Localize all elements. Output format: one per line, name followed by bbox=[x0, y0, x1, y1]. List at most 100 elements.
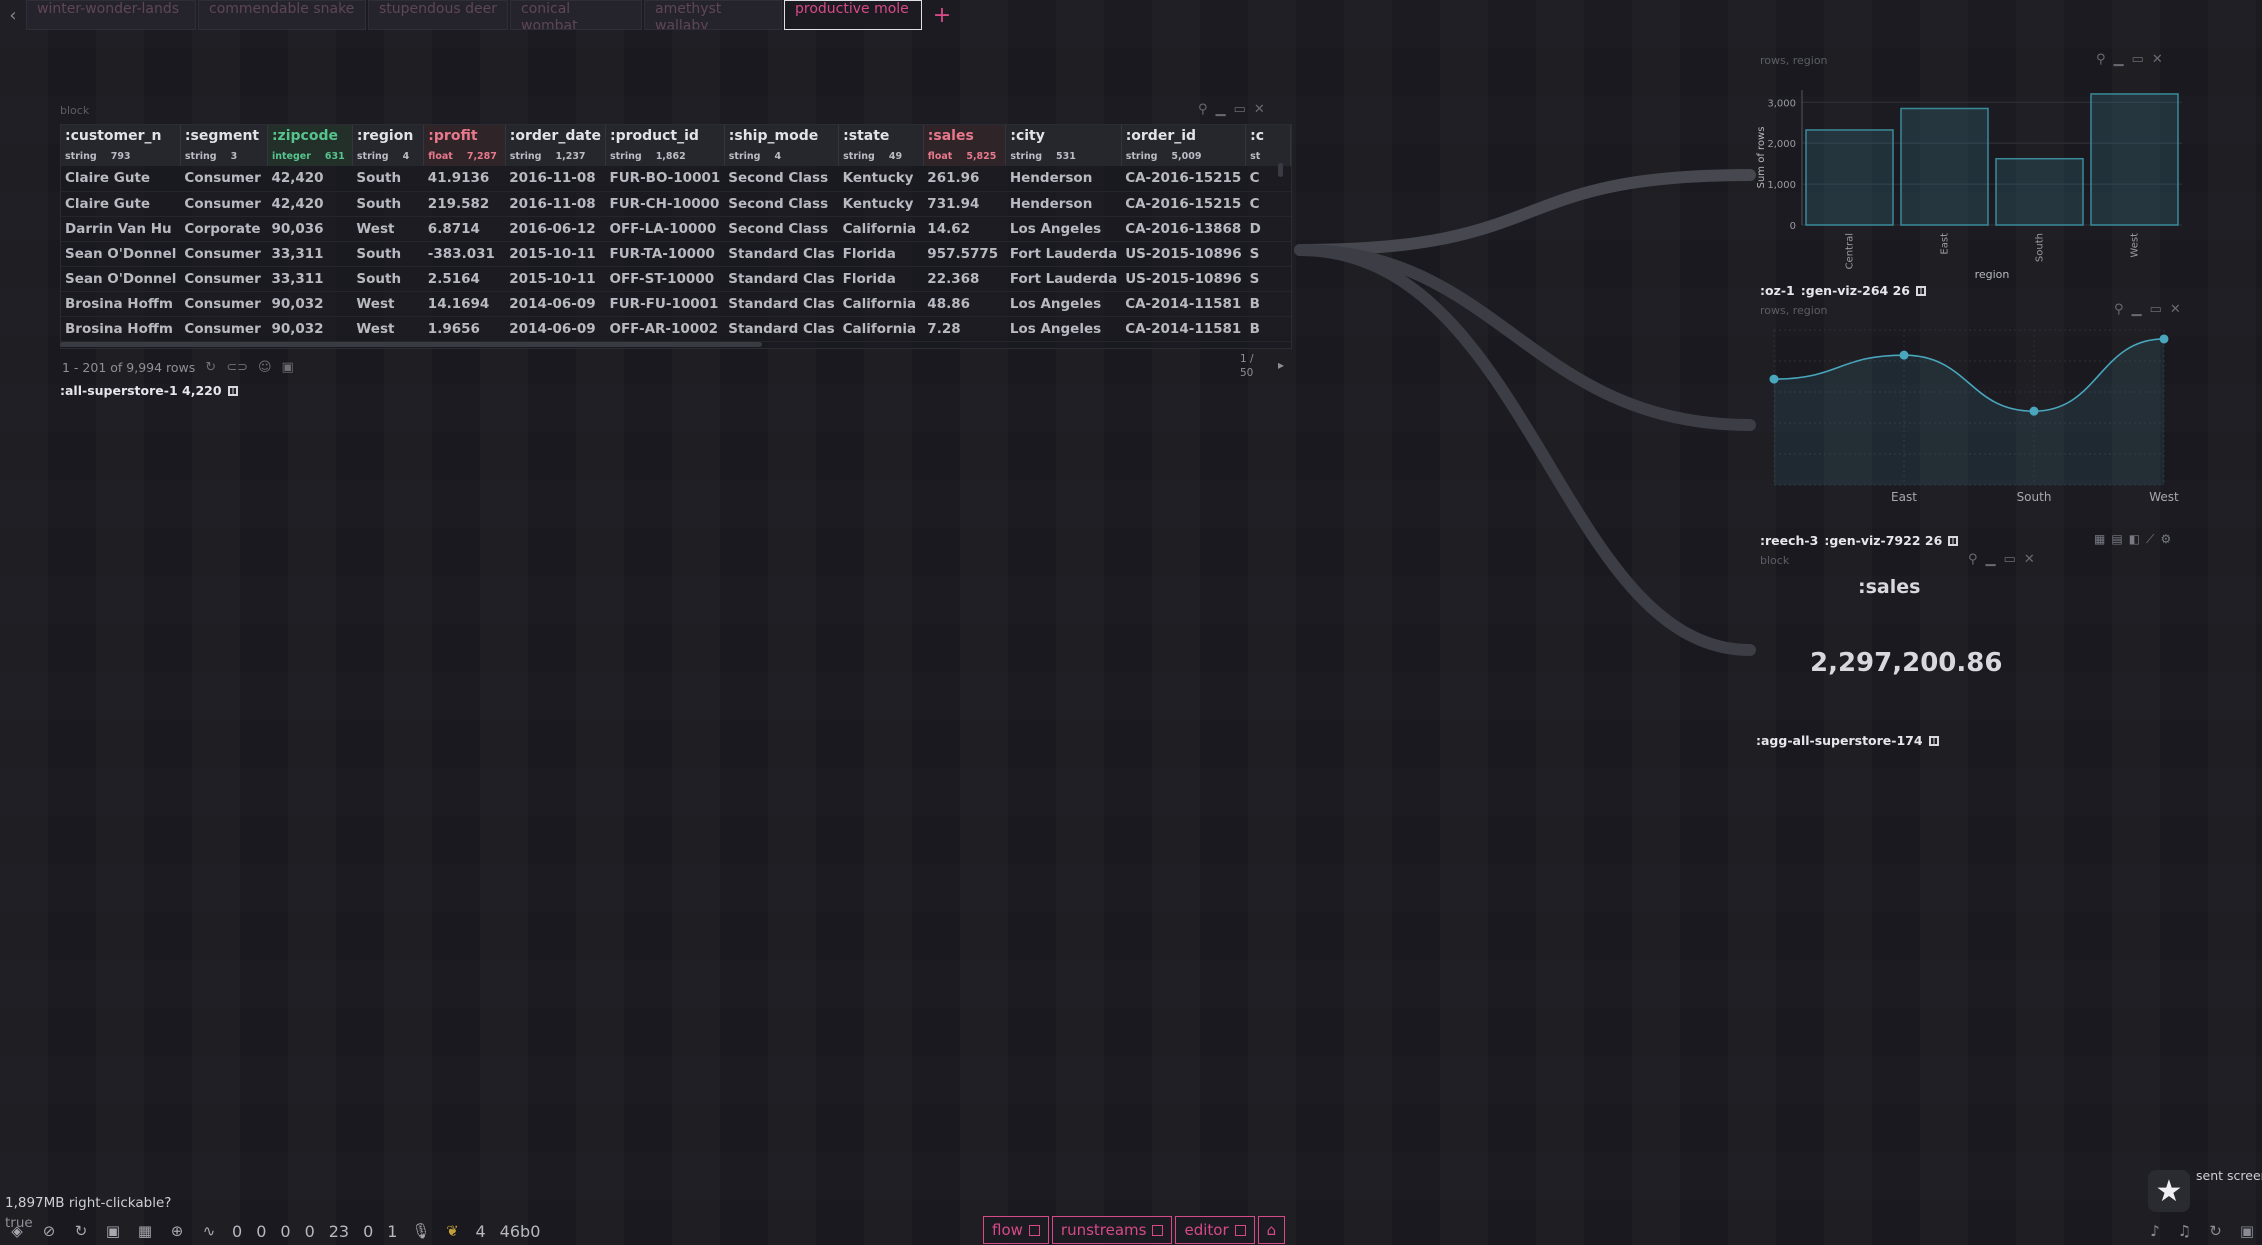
table-cell[interactable]: 2.5164 bbox=[423, 266, 506, 292]
sync-icon[interactable]: ↻ bbox=[72, 1222, 90, 1240]
table-cell[interactable]: Consumer bbox=[180, 241, 268, 267]
table-cell[interactable]: FUR-FU-10001 bbox=[605, 291, 725, 317]
table-cell[interactable]: Standard Clas bbox=[724, 291, 839, 317]
table-cell[interactable]: Sean O'Donnel bbox=[61, 241, 181, 267]
table-cell[interactable]: Consumer bbox=[180, 266, 268, 292]
table-icon[interactable]: ▦ bbox=[136, 1222, 154, 1240]
close-icon[interactable]: ✕ bbox=[2170, 302, 2181, 317]
minimize-icon[interactable]: ▁ bbox=[1216, 102, 1226, 117]
table-cell[interactable]: Darrin Van Hu bbox=[61, 216, 181, 242]
table-cell[interactable]: California bbox=[838, 316, 924, 342]
pin-icon[interactable]: ⚲ bbox=[1968, 552, 1978, 567]
table-cell[interactable]: 33,311 bbox=[267, 266, 353, 292]
table-cell[interactable]: OFF-ST-10000 bbox=[605, 266, 725, 292]
table-cell[interactable]: Fort Lauderda bbox=[1005, 241, 1122, 267]
minimize-icon[interactable]: ▁ bbox=[2114, 52, 2124, 67]
table-cell[interactable]: OFF-LA-10000 bbox=[605, 216, 725, 242]
table-cell[interactable]: 2014-06-09 bbox=[505, 316, 606, 342]
pin-icon[interactable]: ⚲ bbox=[2096, 52, 2106, 67]
table-cell[interactable]: Standard Clas bbox=[724, 241, 839, 267]
table-cell[interactable]: 42,420 bbox=[267, 166, 353, 192]
column-header[interactable]: :order_id string 5,009 bbox=[1121, 125, 1247, 166]
grid-vertical-scrollbar[interactable] bbox=[1278, 163, 1283, 177]
column-header[interactable]: :profit float 7,287 bbox=[423, 125, 506, 166]
table-cell[interactable]: Corporate bbox=[180, 216, 268, 242]
table-cell[interactable]: 2016-11-08 bbox=[505, 191, 606, 217]
minimize-icon[interactable]: ▁ bbox=[1986, 552, 1996, 567]
table-cell[interactable]: Claire Gute bbox=[61, 191, 181, 217]
panel-view-icon[interactable]: ◧ bbox=[2129, 532, 2140, 547]
hide-icon[interactable]: ⊘ bbox=[40, 1222, 58, 1240]
grid-icon[interactable] bbox=[1948, 535, 1959, 546]
table-cell[interactable]: Los Angeles bbox=[1005, 316, 1122, 342]
table-cell[interactable]: 957.5775 bbox=[923, 241, 1006, 267]
table-cell[interactable]: California bbox=[838, 291, 924, 317]
pin-icon[interactable]: ⚲ bbox=[2114, 302, 2124, 317]
table-cell[interactable]: Second Class bbox=[724, 216, 839, 242]
table-cell[interactable]: C bbox=[1245, 166, 1291, 192]
table-cell[interactable]: South bbox=[352, 191, 424, 217]
settings-view-icon[interactable]: ⚙ bbox=[2160, 532, 2171, 547]
table-cell[interactable]: Consumer bbox=[180, 191, 268, 217]
refresh-icon[interactable]: ↻ bbox=[2209, 1222, 2222, 1240]
grid-icon[interactable] bbox=[1928, 735, 1939, 746]
table-cell[interactable]: South bbox=[352, 266, 424, 292]
column-header[interactable]: :product_id string 1,862 bbox=[605, 125, 725, 166]
chart-view-icon[interactable]: ⟋ bbox=[2146, 532, 2154, 547]
close-icon[interactable]: ✕ bbox=[1254, 102, 1265, 117]
table-cell[interactable]: Consumer bbox=[180, 316, 268, 342]
table-cell[interactable]: CA-2016-15215 bbox=[1121, 166, 1246, 192]
table-cell[interactable]: 14.1694 bbox=[423, 291, 506, 317]
table-cell[interactable]: Consumer bbox=[180, 166, 268, 192]
table-cell[interactable]: Los Angeles bbox=[1005, 291, 1122, 317]
table-cell[interactable]: Kentucky bbox=[838, 191, 924, 217]
table-cell[interactable]: 731.94 bbox=[923, 191, 1006, 217]
table-cell[interactable]: Standard Clas bbox=[724, 316, 839, 342]
table-cell[interactable]: Fort Lauderda bbox=[1005, 266, 1122, 292]
image-icon[interactable]: ▣ bbox=[282, 360, 294, 375]
pin-icon[interactable]: ⚲ bbox=[1198, 102, 1208, 117]
table-cell[interactable]: 2015-10-11 bbox=[505, 241, 606, 267]
table-cell[interactable]: Henderson bbox=[1005, 166, 1122, 192]
column-header[interactable]: :zipcode integer 631 bbox=[267, 125, 353, 166]
table-cell[interactable]: 1.9656 bbox=[423, 316, 506, 342]
table-cell[interactable]: CA-2014-11581 bbox=[1121, 316, 1246, 342]
table-cell[interactable]: Los Angeles bbox=[1005, 216, 1122, 242]
bell-icon[interactable]: ♪ bbox=[2150, 1222, 2160, 1240]
table-cell[interactable]: South bbox=[352, 241, 424, 267]
home-tab[interactable]: ⌂ bbox=[1257, 1216, 1286, 1244]
table-row[interactable]: Sean O'Donnel Consumer 33,311 South 2.5164 20… bbox=[61, 266, 1291, 292]
table-cell[interactable]: Second Class bbox=[724, 191, 839, 217]
close-icon[interactable]: ✕ bbox=[2152, 52, 2163, 67]
table-row[interactable]: Brosina Hoffm Consumer 90,032 West 14.1694 20… bbox=[61, 291, 1291, 317]
table-row[interactable]: Brosina Hoffm Consumer 90,032 West 1.9656 201… bbox=[61, 316, 1291, 342]
table-cell[interactable]: CA-2016-13868 bbox=[1121, 216, 1246, 242]
table-cell[interactable]: 2016-11-08 bbox=[505, 166, 606, 192]
maximize-icon[interactable]: ▭ bbox=[2150, 302, 2162, 317]
table-cell[interactable]: South bbox=[352, 166, 424, 192]
table-cell[interactable]: Second Class bbox=[724, 166, 839, 192]
table-cell[interactable]: 261.96 bbox=[923, 166, 1006, 192]
table-cell[interactable]: Brosina Hoffm bbox=[61, 316, 181, 342]
minimize-icon[interactable]: ▁ bbox=[2132, 302, 2142, 317]
table-cell[interactable]: 48.86 bbox=[923, 291, 1006, 317]
table-cell[interactable]: Kentucky bbox=[838, 166, 924, 192]
table-cell[interactable]: Consumer bbox=[180, 291, 268, 317]
flow-tab[interactable]: flow bbox=[983, 1216, 1049, 1244]
table-cell[interactable]: West bbox=[352, 291, 424, 317]
grid-icon[interactable] bbox=[1916, 285, 1926, 296]
table-cell[interactable]: C bbox=[1245, 191, 1291, 217]
table-cell[interactable]: Sean O'Donnel bbox=[61, 266, 181, 292]
people-icon[interactable]: ☺ bbox=[258, 360, 272, 375]
table-cell[interactable]: Florida bbox=[838, 266, 924, 292]
pulse-icon[interactable]: ∿ bbox=[200, 1222, 218, 1240]
table-cell[interactable]: Standard Clas bbox=[724, 266, 839, 292]
table-cell[interactable]: FUR-CH-10000 bbox=[605, 191, 725, 217]
star-button[interactable]: ★ bbox=[2148, 1170, 2190, 1212]
table-cell[interactable]: CA-2016-15215 bbox=[1121, 191, 1246, 217]
table-cell[interactable]: D bbox=[1245, 216, 1291, 242]
table-row[interactable]: Darrin Van Hu Corporate 90,036 West 6.8714 20… bbox=[61, 216, 1291, 242]
table-cell[interactable]: Henderson bbox=[1005, 191, 1122, 217]
runstreams-tab[interactable]: runstreams bbox=[1051, 1216, 1173, 1244]
table-row[interactable]: Claire Gute Consumer 42,420 South 219.582 201… bbox=[61, 191, 1291, 217]
